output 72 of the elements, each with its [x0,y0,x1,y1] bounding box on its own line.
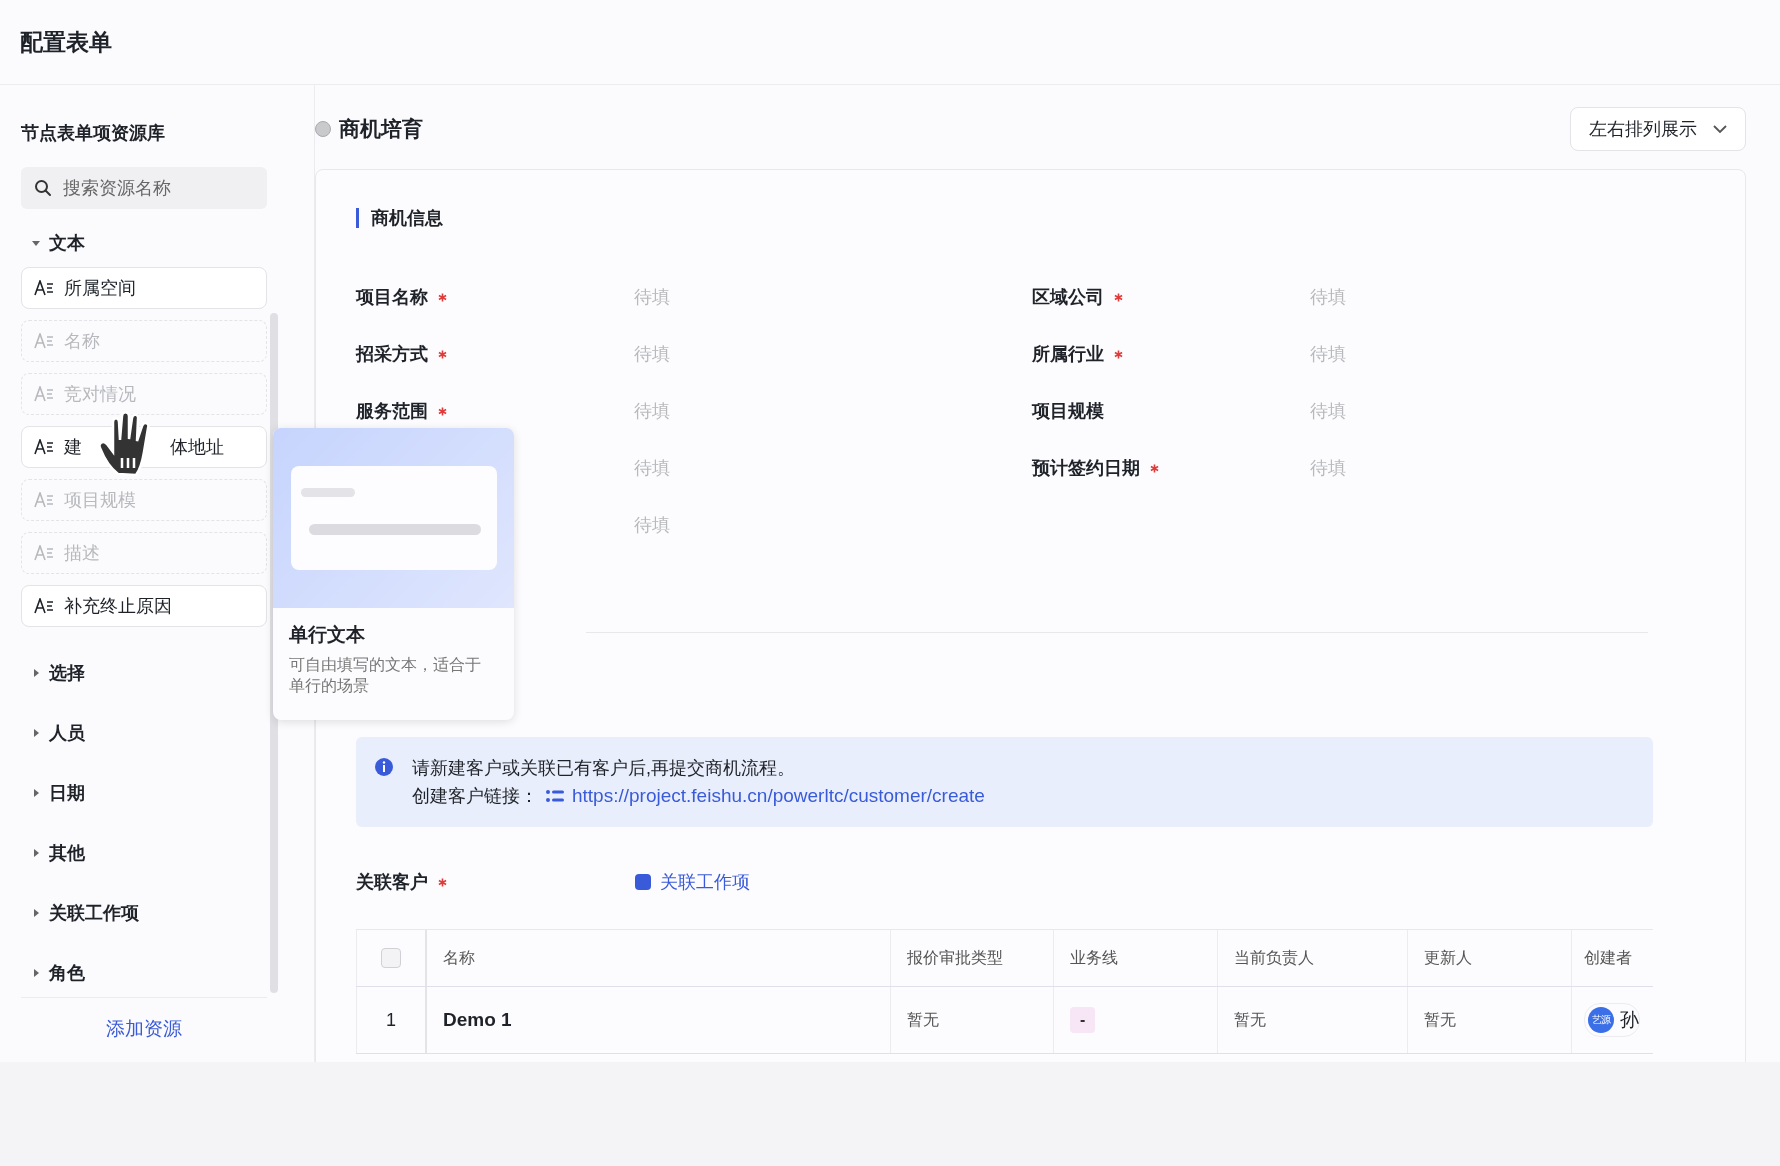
caret-right-icon [31,968,41,978]
field-label: 项目名称 [356,286,428,309]
column-header: 报价审批类型 [907,947,1003,968]
text-field-icon [34,598,54,614]
caret-right-icon [31,848,41,858]
resource-label: 建 [64,436,82,459]
tooltip-description: 可自由填写的文本，适合于单行的场景 [289,655,482,696]
resource-label: 名称 [64,330,100,353]
category-toggle[interactable]: 其他 [21,835,267,871]
notice-text: 请新建客户或关联已有客户后,再提交商机流程。 [412,757,796,779]
category-toggle[interactable]: 角色 [21,955,267,991]
status-dot [315,121,331,137]
search-field[interactable]: 搜索资源名称 [21,167,267,209]
category-toggle[interactable]: 日期 [21,775,267,811]
row-number: 1 [386,1009,396,1031]
resource-label: 体地址 [170,436,224,459]
column-header: 更新人 [1424,947,1472,968]
category-toggle[interactable]: 文本 [21,225,267,261]
text-field-icon [34,545,54,561]
search-icon [34,179,52,197]
field-label: 服务范围 [356,400,428,423]
caret-right-icon [31,728,41,738]
resource-label: 竞对情况 [64,383,136,406]
resource-item[interactable]: 所属空间 [21,267,267,309]
square-icon [634,873,652,891]
caret-right-icon [31,668,41,678]
resource-label: 所属空间 [64,277,136,300]
table-cell-text: 暂无 [1424,1009,1456,1030]
resource-label: 描述 [64,542,100,565]
caret-down-icon [31,238,41,248]
table-cell-text: 暂无 [1234,1009,1266,1030]
field-label: 关联客户 [356,871,428,894]
select-all-checkbox[interactable] [381,948,401,968]
category-toggle[interactable]: 关联工作项 [21,895,267,931]
column-header: 名称 [443,947,475,968]
user-name: 孙 [1620,1008,1639,1032]
caret-right-icon [31,788,41,798]
resource-item[interactable]: 补充终止原因 [21,585,267,627]
field-label: 预计签约日期 [1032,457,1140,480]
text-field-icon [34,492,54,508]
table-cell: Demo 1 [443,1009,512,1031]
text-field-icon [34,386,54,402]
column-header: 当前负责人 [1234,947,1314,968]
create-customer-link[interactable]: https://project.feishu.cn/powerltc/customer/create [572,785,985,807]
column-header: 业务线 [1070,947,1118,968]
field-label: 项目规模 [1032,400,1104,423]
avatar: 艺源 [1588,1007,1614,1033]
resource-label: 项目规模 [64,489,136,512]
add-resource-link[interactable]: 添加资源 [100,1014,188,1044]
list-icon [546,790,564,802]
page-title: 配置表单 [20,27,112,57]
link-label: 创建客户链接： [412,785,538,807]
layout-dropdown[interactable]: 左右排列展示 [1570,107,1746,151]
section-title: 商机信息 [356,208,1705,228]
field-label: 区域公司 [1032,286,1104,309]
category-toggle[interactable]: 选择 [21,655,267,691]
text-field-icon [34,333,54,349]
text-field-icon [34,280,54,296]
stage-title: 商机培育 [339,116,423,142]
field-label: 招采方式 [356,343,428,366]
sidebar-title: 节点表单项资源库 [21,122,166,145]
category-toggle[interactable]: 人员 [21,715,267,751]
link-work-item-button[interactable]: 关联工作项 [634,870,750,894]
resource-label: 补充终止原因 [64,595,172,618]
table-cell-text: 暂无 [907,1009,939,1030]
business-line-tag: - [1070,1007,1096,1033]
chevron-down-icon [1713,124,1727,134]
tooltip-title: 单行文本 [289,623,366,647]
field-label: 所属行业 [1032,343,1104,366]
caret-right-icon [31,908,41,918]
info-icon [374,757,394,777]
column-header: 创建者 [1584,947,1632,968]
